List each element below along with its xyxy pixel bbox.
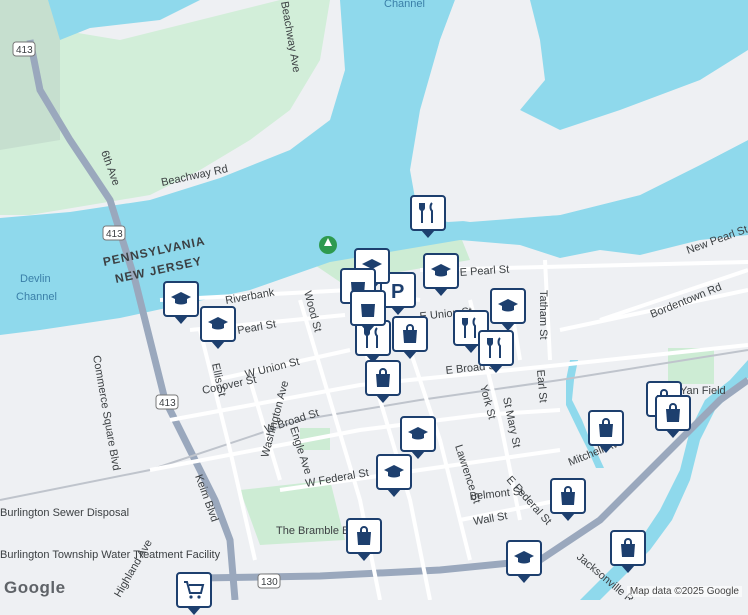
poi-marker-cluster[interactable] — [350, 290, 386, 333]
graduation-cap-icon — [431, 264, 451, 277]
svg-text:413: 413 — [16, 45, 33, 56]
shopping-bag-icon — [599, 418, 613, 437]
shopping-bag-icon — [357, 526, 371, 545]
poi-marker-shopping[interactable] — [392, 316, 428, 359]
shopping-cart-icon — [184, 581, 205, 599]
place-label-water-treatment: Burlington Township Water Treatment Faci… — [0, 549, 221, 561]
street-label-tatham-st: Tatham St — [537, 290, 549, 340]
poi-marker-shopping[interactable] — [365, 360, 401, 403]
poi-marker-shopping[interactable] — [610, 530, 646, 573]
shopping-bag-icon — [361, 304, 375, 317]
shopping-bag-icon — [403, 324, 417, 343]
svg-text:413: 413 — [159, 398, 176, 409]
poi-marker-school[interactable] — [423, 253, 459, 296]
poi-marker-shopping[interactable] — [550, 478, 586, 521]
poi-marker-shopping[interactable] — [346, 518, 382, 561]
route-shield-413-north: 413 — [12, 41, 36, 57]
graduation-cap-icon — [514, 551, 534, 564]
tree-icon — [319, 236, 337, 254]
graduation-cap-icon — [498, 299, 518, 312]
poi-marker-school[interactable] — [376, 454, 412, 497]
poi-marker-school[interactable] — [490, 288, 526, 331]
fork-knife-icon — [487, 337, 501, 358]
poi-marker-school[interactable] — [200, 306, 236, 349]
industrial-area — [0, 0, 60, 150]
route-shield-413-middle: 413 — [102, 225, 126, 241]
map-attribution[interactable]: Map data ©2025 Google — [626, 586, 742, 597]
graduation-cap-icon — [208, 317, 228, 330]
poi-marker-grocery[interactable] — [176, 572, 212, 615]
graduation-cap-icon — [171, 292, 191, 305]
graduation-cap-icon — [408, 427, 428, 440]
place-label-sewer-disposal: Burlington Sewer Disposal — [0, 507, 129, 519]
shopping-bag-icon — [621, 538, 635, 557]
poi-marker-shopping[interactable] — [588, 410, 624, 453]
shopping-bag-icon — [561, 486, 575, 505]
poi-marker-shopping[interactable] — [655, 395, 691, 438]
google-logo: Google — [4, 578, 66, 597]
svg-text:413: 413 — [106, 229, 123, 240]
water-label-channel: Channel — [384, 0, 425, 10]
poi-marker-school[interactable] — [163, 281, 199, 324]
poi-marker-school[interactable] — [506, 540, 542, 583]
poi-marker-school[interactable] — [400, 416, 436, 459]
svg-text:130: 130 — [261, 577, 278, 588]
poi-marker-restaurant[interactable] — [478, 330, 514, 373]
graduation-cap-icon — [384, 465, 404, 478]
shopping-bag-icon — [376, 368, 390, 387]
svg-text:P: P — [391, 281, 404, 302]
fork-knife-icon — [419, 202, 433, 223]
route-shield-130: 130 — [257, 573, 281, 589]
route-shield-413-south: 413 — [155, 394, 179, 410]
water-label-devlin-channel-1: Devlin — [20, 273, 51, 285]
poi-marker-restaurant[interactable] — [410, 195, 446, 238]
shopping-bag-icon — [666, 403, 680, 422]
water-label-devlin-channel-2: Channel — [16, 291, 57, 303]
